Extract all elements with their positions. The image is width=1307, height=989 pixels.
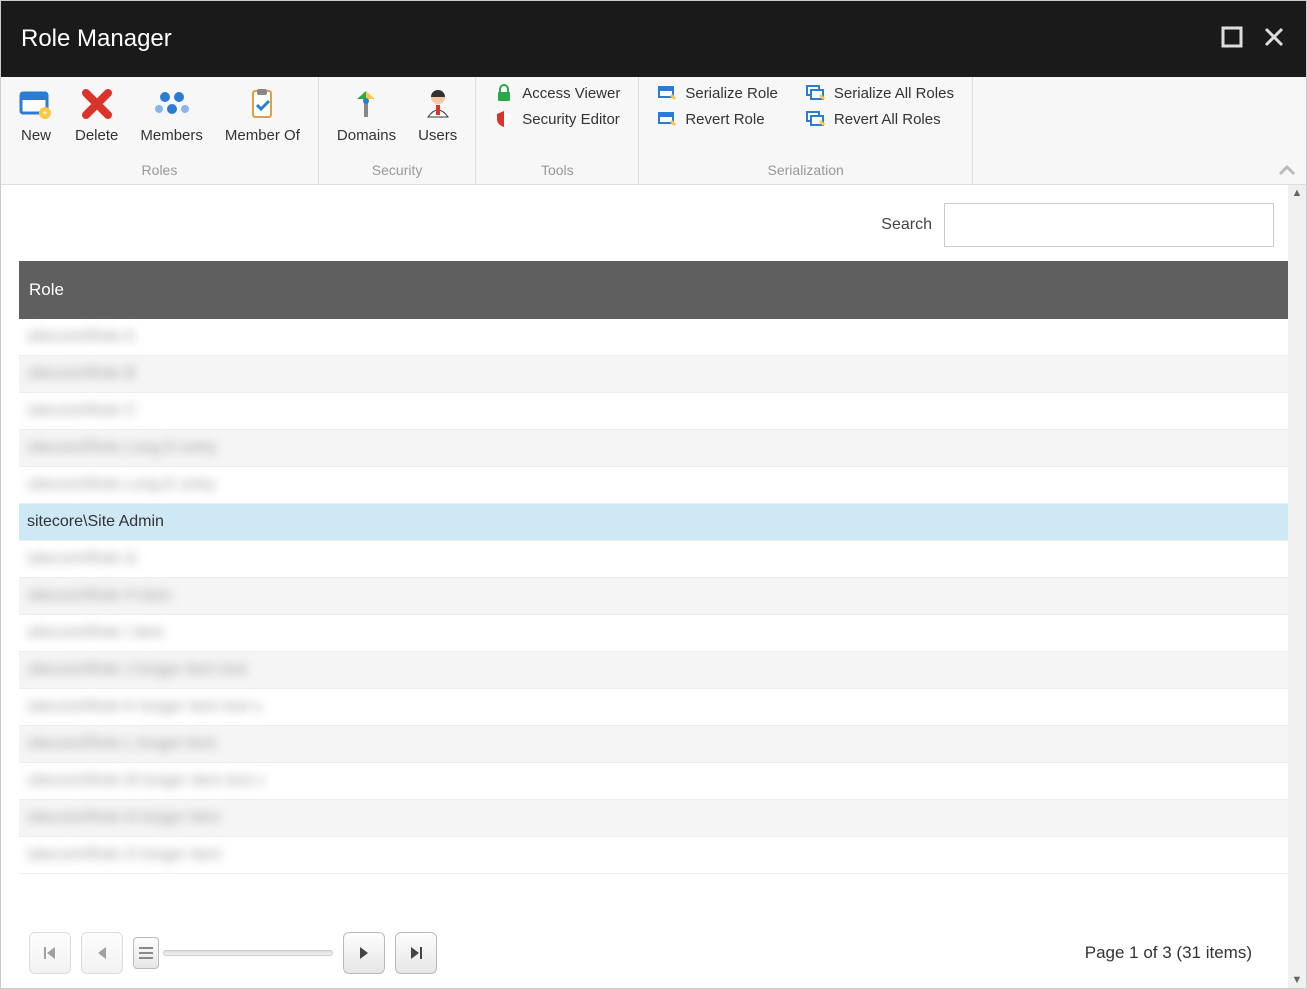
pager-slider[interactable] — [133, 937, 333, 969]
revert-role-button[interactable]: Revert Role — [657, 109, 764, 129]
table-row[interactable]: sitecore\Role M longer item text x — [19, 763, 1288, 800]
users-button[interactable]: Users — [418, 83, 457, 144]
revert-all-roles-button[interactable]: Revert All Roles — [806, 109, 941, 129]
vertical-scrollbar[interactable]: ▲ ▼ — [1288, 185, 1306, 988]
ribbon-group-label: Roles — [142, 160, 178, 180]
domains-button[interactable]: Domains — [337, 83, 396, 144]
serialize-role-button[interactable]: Serialize Role — [657, 83, 778, 103]
maximize-icon[interactable] — [1220, 25, 1244, 53]
role-name: sitecore\Role K longer item text x — [27, 698, 262, 716]
main-panel: Search Role sitecore\Role Asitecore\Role… — [1, 185, 1288, 988]
revert-all-icon — [806, 109, 826, 129]
table-row[interactable]: sitecore\Role C — [19, 393, 1288, 430]
roles-grid: Role sitecore\Role Asitecore\Role Bsitec… — [19, 261, 1288, 918]
member-of-button[interactable]: Member Of — [225, 83, 300, 144]
search-input[interactable] — [944, 203, 1274, 247]
pager-status: Page 1 of 3 (31 items) — [1085, 943, 1252, 963]
grid-header-role[interactable]: Role — [19, 261, 1288, 319]
close-icon[interactable] — [1262, 25, 1286, 53]
ribbon: + New Delete Members — [1, 77, 1306, 185]
content-area: Search Role sitecore\Role Asitecore\Role… — [1, 185, 1306, 988]
table-row[interactable]: sitecore\Role Long D entry — [19, 430, 1288, 467]
table-row[interactable]: sitecore\Role N longer item — [19, 800, 1288, 837]
window-controls — [1220, 25, 1286, 53]
role-name: sitecore\Role N longer item — [27, 809, 220, 827]
role-name: sitecore\Site Admin — [27, 513, 164, 531]
access-viewer-button[interactable]: Access Viewer — [494, 83, 620, 103]
svg-text:+: + — [42, 108, 47, 118]
ribbon-group-security: Domains Users Security — [319, 77, 476, 184]
role-name: sitecore\Role O longer item — [27, 846, 221, 864]
delete-icon — [80, 87, 114, 121]
role-name: sitecore\Role Long D entry — [27, 439, 216, 457]
lock-icon — [494, 83, 514, 103]
pager-prev-button[interactable] — [81, 932, 123, 974]
table-row[interactable]: sitecore\Site Admin — [19, 504, 1288, 541]
revert-icon — [657, 109, 677, 129]
table-row[interactable]: sitecore\Role L longer item — [19, 726, 1288, 763]
role-name: sitecore\Role J longer item text — [27, 661, 247, 679]
role-name: sitecore\Role A — [27, 328, 135, 346]
pager-next-button[interactable] — [343, 932, 385, 974]
members-icon — [155, 87, 189, 121]
pager-first-button[interactable] — [29, 932, 71, 974]
delete-button[interactable]: Delete — [75, 83, 118, 144]
table-row[interactable]: sitecore\Role A — [19, 319, 1288, 356]
pager-last-button[interactable] — [395, 932, 437, 974]
new-button[interactable]: + New — [19, 83, 53, 144]
ribbon-group-tools: Access Viewer Security Editor Tools — [476, 77, 639, 184]
slider-handle-icon[interactable] — [133, 937, 159, 969]
new-icon: + — [19, 87, 53, 121]
table-row[interactable]: sitecore\Role G — [19, 541, 1288, 578]
role-name: sitecore\Role I item — [27, 624, 164, 642]
search-label: Search — [881, 216, 932, 234]
titlebar: Role Manager — [1, 1, 1306, 77]
grid-body: sitecore\Role A sitecore\Role B sitecore\R… — [19, 319, 1288, 918]
users-icon — [421, 87, 455, 121]
ribbon-group-label: Tools — [541, 160, 574, 180]
role-name: sitecore\Role G — [27, 550, 137, 568]
security-editor-button[interactable]: Security Editor — [494, 109, 620, 129]
table-row[interactable]: sitecore\Role Long E entry — [19, 467, 1288, 504]
ribbon-group-label: Serialization — [768, 160, 844, 180]
window-title: Role Manager — [21, 25, 172, 53]
table-row[interactable]: sitecore\Role H item — [19, 578, 1288, 615]
role-name: sitecore\Role M longer item text x — [27, 772, 264, 790]
serialize-all-roles-button[interactable]: Serialize All Roles — [806, 83, 954, 103]
member-of-icon — [245, 87, 279, 121]
scroll-up-icon[interactable]: ▲ — [1291, 187, 1303, 199]
members-button[interactable]: Members — [140, 83, 203, 144]
ribbon-group-serialization: Serialize Role Revert Role Serialize All… — [639, 77, 973, 184]
ribbon-group-roles: + New Delete Members — [1, 77, 319, 184]
scroll-down-icon[interactable]: ▼ — [1291, 974, 1303, 986]
slider-track[interactable] — [163, 950, 333, 956]
role-name: sitecore\Role B — [27, 365, 136, 383]
pager: Page 1 of 3 (31 items) — [1, 918, 1288, 988]
search-row: Search — [1, 185, 1288, 261]
ribbon-collapse-icon[interactable] — [1278, 163, 1296, 180]
shield-icon — [494, 109, 514, 129]
ribbon-group-label: Security — [372, 160, 423, 180]
table-row[interactable]: sitecore\Role O longer item — [19, 837, 1288, 874]
role-name: sitecore\Role C — [27, 402, 136, 420]
role-manager-window: Role Manager + New — [0, 0, 1307, 989]
table-row[interactable]: sitecore\Role J longer item text — [19, 652, 1288, 689]
serialize-icon — [657, 83, 677, 103]
serialize-all-icon — [806, 83, 826, 103]
domains-icon — [349, 87, 383, 121]
role-name: sitecore\Role L longer item — [27, 735, 217, 753]
role-name: sitecore\Role H item — [27, 587, 171, 605]
table-row[interactable]: sitecore\Role I item — [19, 615, 1288, 652]
role-name: sitecore\Role Long E entry — [27, 476, 216, 494]
table-row[interactable]: sitecore\Role B — [19, 356, 1288, 393]
table-row[interactable]: sitecore\Role K longer item text x — [19, 689, 1288, 726]
